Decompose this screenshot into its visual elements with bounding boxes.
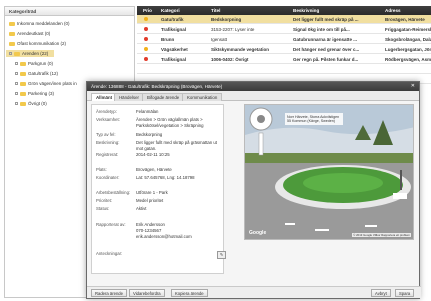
copy-case-button[interactable]: Kopiera ärende xyxy=(171,289,208,297)
field-label: Arbetsbeställning: xyxy=(96,190,131,195)
field-value: Utförare 1 - Park xyxy=(136,190,168,195)
dialog-tabs: Allmänt Händelser Bifogade ärende Kommun… xyxy=(87,91,419,101)
col-header-category[interactable]: Kategori xyxy=(161,8,180,13)
tree-item-green-road[interactable]: Grön vägen/inen plats in xyxy=(15,81,77,86)
priority-high-icon xyxy=(144,27,148,31)
expand-icon[interactable] xyxy=(15,102,18,105)
expand-icon[interactable] xyxy=(15,92,18,95)
tree-item-inbox[interactable]: Inkomna meddelanden (0) xyxy=(9,21,70,26)
field-value: erik.andersson@hotmail.com xyxy=(136,234,192,239)
table-row[interactable]: Trafiksignal 3153-2207: Lyser inte Signa… xyxy=(137,25,431,34)
col-header-address[interactable]: Adress xyxy=(385,8,401,13)
tab-attached-cases[interactable]: Bifogade ärende xyxy=(142,93,185,101)
tree-item-other[interactable]: Övrigt (0) xyxy=(15,101,47,106)
field-value: Lat: 57.645768, Lng: 14.18798 xyxy=(136,175,195,180)
field-label: Beskrivning: xyxy=(96,140,120,145)
priority-medium-icon xyxy=(144,17,148,21)
field-label: Ärendetyp: xyxy=(96,109,117,114)
field-value: Ärenden > Grön väg/allmän plats > Parksk… xyxy=(136,117,204,128)
table-row[interactable]: Gatu/trafik Bedskorpning Det ligger full… xyxy=(137,15,431,24)
street-view-panel[interactable]: Norr Härvete, Storra Ackvilstigen 55 Kom… xyxy=(244,104,414,240)
folder-icon xyxy=(20,61,26,66)
map-copyright[interactable]: © 2013 Google Villkor Rapportera ett pro… xyxy=(352,233,411,237)
close-icon[interactable]: ✕ xyxy=(411,83,415,89)
tree-item-parks[interactable]: Parkgrun (0) xyxy=(15,61,53,66)
field-value: Medel prioritet xyxy=(136,198,164,203)
case-table: Prio Kategori Titel Beskrivning Adress G… xyxy=(137,6,431,92)
tree-item-drafts[interactable]: Arendeutkast (0) xyxy=(9,31,50,36)
street-view-address-label: Norr Härvete, Storra Ackvilstigen 55 Kom… xyxy=(285,113,343,125)
cancel-button[interactable]: Avbryt xyxy=(371,289,391,297)
save-button[interactable]: Spara xyxy=(395,289,415,297)
street-view-image xyxy=(245,105,413,239)
dialog-title-bar[interactable]: Ärende: 136888 - Gatu/trafik: Bedskräpni… xyxy=(87,82,419,91)
forward-button[interactable]: Vidarebefordra xyxy=(129,289,165,297)
folder-icon xyxy=(20,71,26,76)
priority-high-icon xyxy=(144,37,148,41)
field-label: Anteckningar: xyxy=(96,251,123,256)
tab-events[interactable]: Händelser xyxy=(114,93,145,101)
field-value: Aktivt xyxy=(136,206,147,211)
tree-header: Kategoriträd xyxy=(5,7,134,16)
tree-item-unread[interactable]: Ofast kommunikation (2) xyxy=(9,41,66,46)
dialog-footer: Radera ärende Vidarebefordra Kopiera äre… xyxy=(87,286,421,298)
col-header-title[interactable]: Titel xyxy=(211,8,220,13)
field-value: Det ligger fullt med skräp på gräsmattan… xyxy=(136,140,217,151)
field-value: Felanmälan xyxy=(136,109,159,114)
folder-icon xyxy=(9,41,15,46)
table-row[interactable]: Vägsäkerhet Siktskymmande vegetation Det… xyxy=(137,45,431,54)
field-label: Koordinater: xyxy=(96,175,120,180)
field-value: 070-1234567 xyxy=(136,228,162,233)
tree-item-street-traffic[interactable]: Gatu/trafik (12) xyxy=(15,71,58,76)
delete-case-button[interactable]: Radera ärende xyxy=(91,289,127,297)
field-value: Erik Andersson xyxy=(136,222,165,227)
folder-icon xyxy=(20,91,26,96)
folder-icon xyxy=(9,21,15,26)
tree-item-cases[interactable]: Arenden (22) xyxy=(6,50,55,57)
folder-icon xyxy=(9,31,15,36)
table-row[interactable] xyxy=(137,65,431,74)
field-value: Brovägen, Härvete xyxy=(136,167,172,172)
field-label: Prioritet: xyxy=(96,198,112,203)
field-label: Status: xyxy=(96,206,110,211)
folder-icon xyxy=(20,101,26,106)
field-label: Verksamhet: xyxy=(96,117,120,122)
folder-icon xyxy=(14,51,20,56)
field-label: Typ av fel: xyxy=(96,132,116,137)
col-header-description[interactable]: Beskrivning xyxy=(293,8,319,13)
priority-medium-icon xyxy=(144,47,148,51)
case-dialog: Ärende: 136888 - Gatu/trafik: Bedskräpni… xyxy=(86,81,421,299)
edit-notes-button[interactable]: ✎ xyxy=(217,251,226,259)
google-logo: Google xyxy=(249,230,267,236)
tree-item-parking[interactable]: Parkering (3) xyxy=(15,91,54,96)
table-row[interactable]: Trafiksignal 1006-0402: Övrigt Ger regn … xyxy=(137,55,431,64)
expand-icon[interactable] xyxy=(15,62,18,65)
collapse-icon[interactable] xyxy=(9,52,12,55)
field-label: Registrerat: xyxy=(96,152,119,157)
table-header: Prio Kategori Titel Beskrivning Adress xyxy=(137,6,431,15)
priority-high-icon xyxy=(144,57,148,61)
case-details-form: Ärendetyp: Felanmälan Verksamhet: Ärende… xyxy=(91,104,226,274)
field-label: Plats: xyxy=(96,167,107,172)
expand-icon[interactable] xyxy=(15,72,18,75)
field-value: 2014-02-11 10:25 xyxy=(136,152,170,157)
dialog-title: Ärende: 136888 - Gatu/trafik: Bedskräpni… xyxy=(91,84,223,89)
field-label: Rapporterat av: xyxy=(96,222,126,227)
folder-icon xyxy=(20,81,26,86)
expand-icon[interactable] xyxy=(15,82,18,85)
field-value: Bedskorpning xyxy=(136,132,163,137)
tab-communication[interactable]: Kommunikation xyxy=(182,93,223,101)
col-header-prio[interactable]: Prio xyxy=(143,8,152,13)
table-row[interactable]: Brunn Igensatt Gatubrunnarna är igensatt… xyxy=(137,35,431,44)
